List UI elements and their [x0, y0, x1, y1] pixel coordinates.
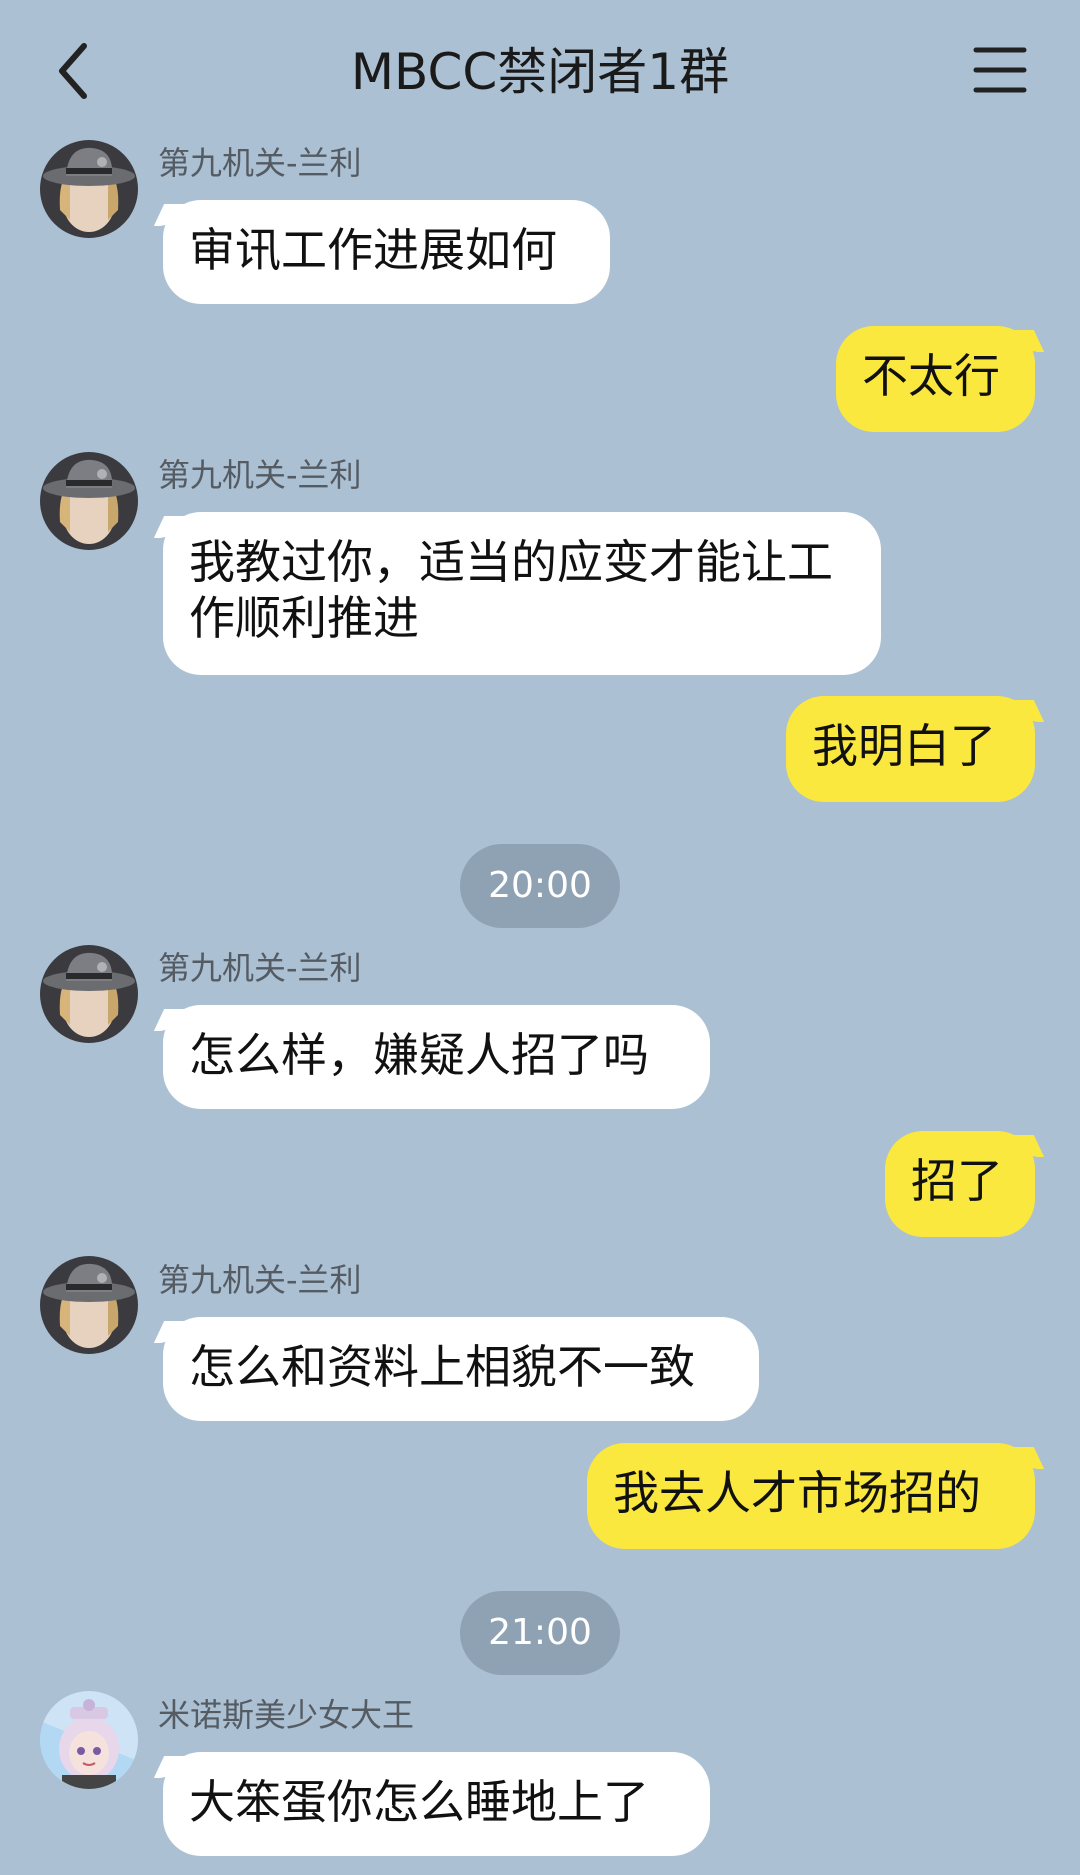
outgoing-message-bubble[interactable]: 不太行 — [836, 326, 1035, 432]
outgoing-message-bubble[interactable]: 我去人才市场招的 — [587, 1443, 1035, 1549]
chat-header: MBCC禁闭者1群 — [0, 0, 1080, 140]
incoming-message-bubble[interactable]: 大笨蛋你怎么睡地上了 — [163, 1752, 710, 1856]
incoming-message-bubble[interactable]: 怎么样，嫌疑人招了吗 — [163, 1005, 710, 1109]
outgoing-message-bubble[interactable]: 我明白了 — [786, 696, 1035, 802]
back-button[interactable] — [48, 36, 108, 106]
avatar[interactable] — [40, 452, 138, 550]
sender-name: 第九机关-兰利 — [158, 144, 362, 182]
avatar[interactable] — [40, 1256, 138, 1354]
hat-character-avatar-icon — [40, 452, 138, 550]
hat-character-avatar-icon — [40, 945, 138, 1043]
timestamp-pill: 21:00 — [460, 1591, 620, 1675]
avatar[interactable] — [40, 945, 138, 1043]
sender-name: 米诺斯美少女大王 — [158, 1696, 415, 1734]
avatar[interactable] — [40, 1691, 138, 1789]
incoming-message-bubble[interactable]: 我教过你，适当的应变才能让工作顺利推进 — [163, 512, 881, 675]
incoming-message-bubble[interactable]: 怎么和资料上相貌不一致 — [163, 1317, 759, 1421]
sender-name: 第九机关-兰利 — [158, 1261, 362, 1299]
hat-character-avatar-icon — [40, 1256, 138, 1354]
hamburger-menu-icon — [973, 47, 1027, 93]
chat-title: MBCC禁闭者1群 — [350, 43, 730, 101]
timestamp-pill: 20:00 — [460, 844, 620, 928]
anime-girl-avatar-icon — [40, 1691, 138, 1789]
avatar[interactable] — [40, 140, 138, 238]
menu-button[interactable] — [972, 44, 1028, 96]
sender-name: 第九机关-兰利 — [158, 949, 362, 987]
hat-character-avatar-icon — [40, 140, 138, 238]
sender-name: 第九机关-兰利 — [158, 456, 362, 494]
outgoing-message-bubble[interactable]: 招了 — [885, 1131, 1035, 1237]
incoming-message-bubble[interactable]: 审讯工作进展如何 — [163, 200, 610, 304]
chevron-left-icon — [59, 43, 87, 99]
